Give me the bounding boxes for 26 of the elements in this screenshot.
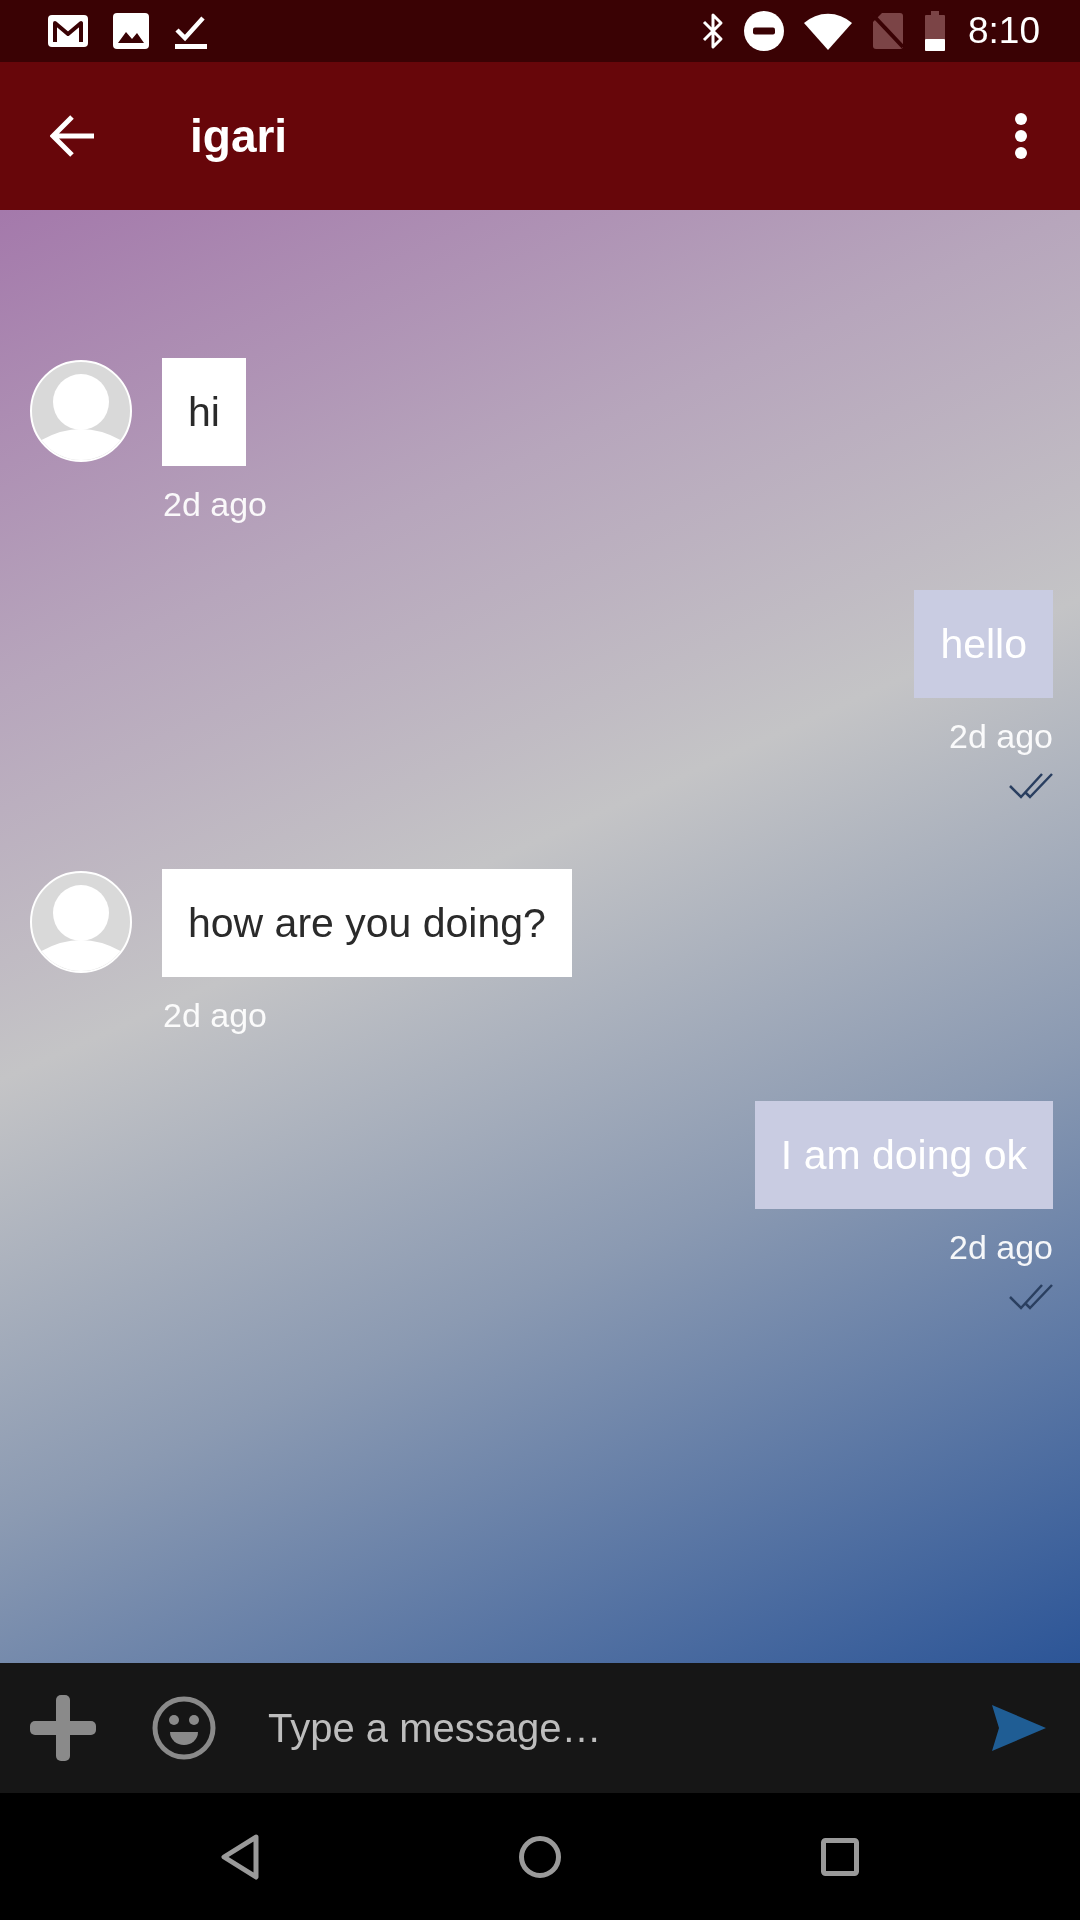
image-icon [113,13,149,49]
smiley-icon[interactable] [152,1696,216,1760]
message-time: 2d ago [162,484,267,525]
avatar-icon [30,360,132,462]
wifi-icon [804,12,852,50]
message-bubble: how are you doing? [162,869,572,977]
plus-icon[interactable] [30,1695,96,1761]
no-sim-icon [872,12,904,50]
message-time: 2d ago [948,1227,1053,1268]
recents-square-icon[interactable] [821,1837,859,1876]
minus-circle-icon [744,11,784,51]
message-bubble: hi [162,358,246,466]
chat-title: igari [190,109,288,163]
clock-time: 8:10 [968,10,1040,52]
avatar-icon [30,871,132,973]
battery-icon [924,11,946,51]
back-arrow-icon[interactable] [50,115,96,157]
message-time: 2d ago [162,995,267,1036]
home-circle-icon[interactable] [519,1835,561,1878]
send-icon[interactable] [992,1705,1046,1751]
back-triangle-icon[interactable] [220,1833,260,1880]
mail-icon [48,15,88,47]
message-input[interactable]: Type a message… [268,1696,972,1760]
message-time: 2d ago [948,716,1053,757]
more-icon[interactable] [1014,113,1028,159]
bluetooth-icon [702,11,724,51]
